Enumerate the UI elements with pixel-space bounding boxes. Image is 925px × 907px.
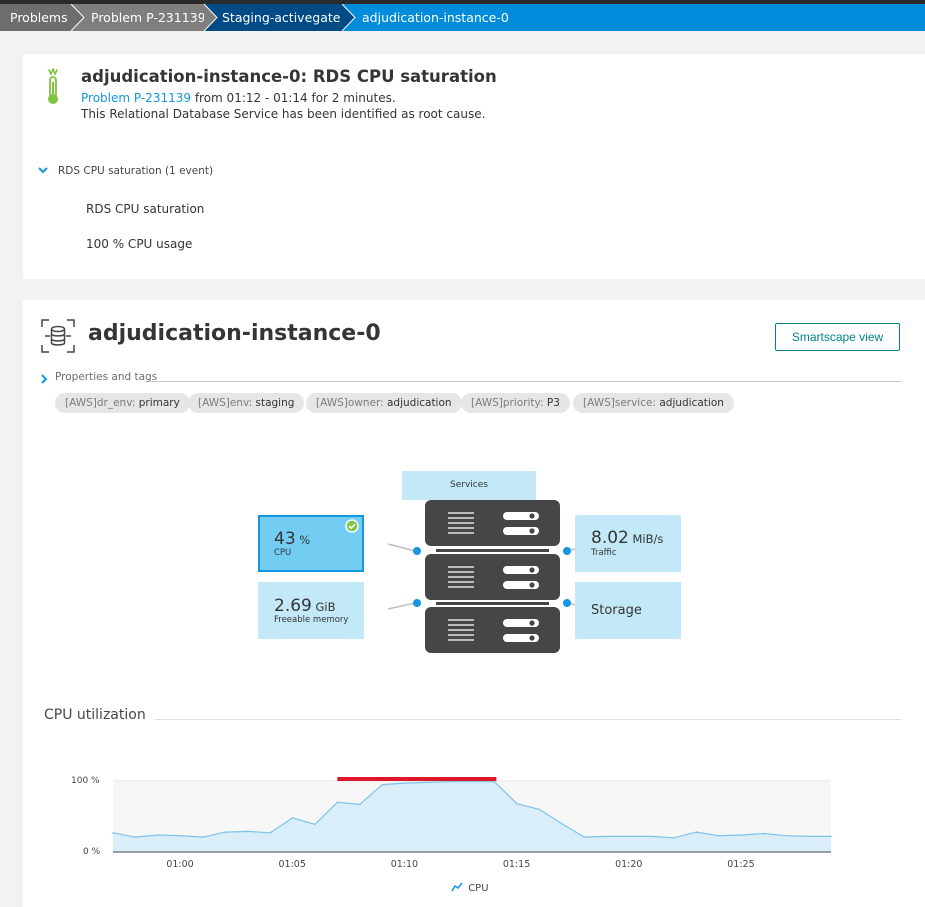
chart-legend[interactable]: CPU (451, 882, 489, 894)
data-point (830, 835, 832, 838)
data-point (381, 783, 384, 786)
data-point (583, 836, 585, 838)
data-point (740, 834, 743, 836)
x-tick-label: 01:15 (502, 859, 531, 870)
data-point (605, 835, 608, 838)
data-point (179, 834, 182, 837)
problem-time: Problem P-231139 from 01:12 - 01:14 for … (81, 91, 396, 105)
data-point (516, 802, 518, 805)
data-point (291, 817, 294, 819)
data-point (157, 834, 159, 836)
data-point (673, 837, 675, 839)
event-detail: 100 % CPU usage (86, 237, 193, 251)
problem-title: adjudication-instance-0: RDS CPU saturat… (81, 67, 497, 86)
x-tick-label: 01:10 (390, 859, 419, 870)
data-point (359, 803, 361, 806)
breadcrumb-label: Problem P-231139 (91, 10, 206, 25)
data-point (224, 831, 226, 833)
data-point (718, 834, 720, 837)
breadcrumb-label: Staging-activegate (222, 10, 341, 25)
data-point (269, 832, 271, 834)
data-point (246, 830, 249, 833)
data-point (650, 835, 653, 838)
chevron-right-icon (71, 4, 85, 31)
data-point (807, 835, 810, 838)
chevron-right-icon (204, 4, 218, 31)
x-tick-label: 01:25 (727, 859, 755, 870)
legend-label: CPU (468, 883, 489, 894)
breadcrumb-problem[interactable]: Problem P-231139 (72, 4, 218, 31)
data-point (202, 836, 204, 838)
x-tick-label: 01:05 (278, 859, 306, 870)
data-point (785, 834, 787, 837)
entity-panel: adjudication-instance-0 Smartscape view … (23, 300, 925, 907)
chevron-right-icon (342, 4, 356, 31)
chevron-down-icon[interactable] (37, 164, 49, 176)
data-point (134, 836, 137, 838)
line-chart-icon (451, 882, 463, 892)
problem-summary-panel: adjudication-instance-0: RDS CPU saturat… (23, 54, 925, 279)
breadcrumb-host[interactable]: Staging-activegate (205, 4, 356, 31)
data-point (426, 781, 428, 784)
breadcrumb: adjudication-instance-0 Staging-activega… (0, 4, 925, 31)
x-tick-label: 01:20 (615, 859, 643, 870)
data-point (695, 831, 698, 833)
data-point (112, 832, 114, 834)
data-point (336, 801, 339, 804)
problem-link[interactable]: Problem P-231139 (81, 91, 191, 105)
data-point (493, 780, 496, 783)
data-point (762, 832, 765, 835)
data-point (538, 808, 541, 811)
data-point (628, 835, 630, 838)
breadcrumb-current[interactable]: adjudication-instance-0 (343, 4, 509, 31)
problem-time-text: from 01:12 - 01:14 for 2 minutes. (191, 91, 396, 105)
data-point (403, 782, 406, 784)
breadcrumb-problems[interactable]: Problems (0, 4, 85, 31)
breadcrumb-label: Problems (10, 10, 68, 25)
data-point (448, 780, 451, 783)
data-point (471, 780, 473, 783)
event-name: RDS CPU saturation (86, 202, 205, 216)
thermometer-icon (48, 68, 58, 104)
event-group-toggle[interactable]: RDS CPU saturation (1 event) (58, 165, 213, 177)
x-tick-label: 01:00 (166, 859, 194, 870)
cpu-chart-canvas[interactable] (23, 300, 925, 907)
data-point (561, 822, 563, 825)
root-cause-text: This Relational Database Service has bee… (81, 107, 486, 121)
data-point (314, 823, 316, 826)
